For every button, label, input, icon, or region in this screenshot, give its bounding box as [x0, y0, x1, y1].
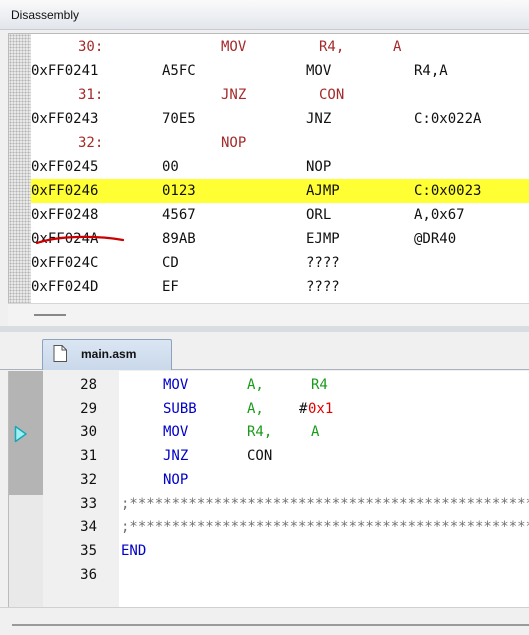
disassembly-source-row[interactable]: 32: NOP — [31, 131, 529, 155]
disassembly-code: A5FC — [162, 63, 196, 79]
disassembly-mnemonic: JNZ — [221, 87, 247, 103]
disassembly-mnemonic: MOV — [221, 39, 247, 55]
disassembly-operand: @DR40 — [414, 231, 457, 247]
editor-tab-strip: main.asm — [0, 332, 529, 370]
disassembly-addr: 0xFF024C — [31, 255, 99, 271]
code-operand: A — [311, 424, 320, 441]
line-number: 36 — [80, 566, 97, 583]
code-line[interactable]: 31 JNZ CON — [43, 445, 529, 469]
disassembly-code: 0123 — [162, 183, 196, 199]
disassembly-op1: R4, — [319, 39, 345, 55]
disassembly-source-row[interactable]: 31: JNZ CON — [31, 83, 529, 107]
code-mnemonic: SUBB — [163, 400, 197, 417]
code-line[interactable]: 34 ;*************************************… — [43, 516, 529, 540]
disassembly-addr: 0xFF0248 — [31, 207, 99, 223]
disassembly-code: 4567 — [162, 207, 196, 223]
code-editor[interactable]: 28 MOV A, R4 29 SUBB A, #0x1 30 MOV R4, A 31 JNZ CON 32… — [8, 371, 529, 607]
line-number: 31 — [80, 448, 97, 465]
disassembly-title-bar: Disassembly — [0, 0, 529, 30]
disassembly-row[interactable]: 0xFF024C CD???? — [31, 251, 529, 275]
code-operand: 0x1 — [308, 400, 334, 417]
disassembly-mnemonic: AJMP — [306, 183, 340, 199]
line-number: 32 — [80, 471, 97, 488]
disassembly-row[interactable]: 0xFF0246 0123 AJMP C:0x0023 — [31, 179, 529, 203]
code-mnemonic: JNZ — [163, 448, 189, 465]
code-operand: A, — [247, 377, 264, 393]
disassembly-row[interactable]: 0xFF0243 70E5 JNZ C:0x022A — [31, 107, 529, 131]
code-line[interactable]: 29 SUBB A, #0x1 — [43, 398, 529, 422]
disassembly-operand: R4,A — [414, 63, 448, 79]
disassembly-addr: 0xFF0241 — [31, 63, 99, 79]
file-icon — [53, 345, 67, 362]
disassembly-title: Disassembly — [11, 8, 80, 22]
line-number: 33 — [80, 495, 97, 512]
disassembly-panel[interactable]: 30: MOV R4, A 0xFF0241 A5FC MOV R4,A 31: JNZ CON 0x… — [8, 33, 529, 304]
disassembly-row[interactable]: 0xFF024D EF???? — [31, 275, 529, 299]
disassembly-mnemonic: ???? — [306, 255, 340, 271]
editor-horizontal-scrollbar[interactable] — [0, 607, 529, 635]
scrollbar-track[interactable] — [12, 624, 529, 626]
code-mnemonic: MOV — [163, 377, 189, 393]
disassembly-line: 31: — [78, 87, 104, 103]
disassembly-mnemonic: NOP — [306, 159, 332, 175]
disassembly-code: EF — [162, 279, 179, 295]
scrollbar-thumb[interactable] — [34, 314, 66, 316]
line-number: 28 — [80, 377, 97, 393]
code-operand: CON — [247, 448, 273, 465]
disassembly-row[interactable]: 0xFF0245 00 NOP — [31, 155, 529, 179]
disassembly-row[interactable]: 0xFF0248 4567 ORL A,0x67 — [31, 203, 529, 227]
disassembly-addr: 0xFF0243 — [31, 111, 99, 127]
code-operand: R4 — [311, 377, 328, 393]
code-operand: A, — [247, 400, 264, 417]
disassembly-addr: 0xFF0245 — [31, 159, 99, 175]
disassembly-code: CD — [162, 255, 179, 271]
code-mnemonic: NOP — [163, 471, 189, 488]
code-operand: R4, — [247, 424, 273, 441]
editor-gutter[interactable] — [9, 495, 43, 607]
code-line[interactable]: 36 — [43, 564, 529, 588]
disassembly-mnemonic: MOV — [306, 63, 332, 79]
disassembly-operand: C:0x022A — [414, 111, 482, 127]
disassembly-op1: CON — [319, 87, 345, 103]
disassembly-mnemonic: EJMP — [306, 231, 340, 247]
disassembly-code: 70E5 — [162, 111, 196, 127]
disassembly-addr: 0xFF024D — [31, 279, 99, 295]
disassembly-code: 89AB — [162, 231, 196, 247]
disassembly-operand: A,0x67 — [414, 207, 465, 223]
code-immediate-prefix: # — [299, 400, 308, 417]
disassembly-addr: 0xFF0246 — [31, 183, 99, 199]
disassembly-row[interactable]: 0xFF0241 A5FC MOV R4,A — [31, 59, 529, 83]
code-comment: ;***************************************… — [121, 495, 529, 512]
disassembly-line: 30: — [78, 39, 104, 55]
line-number: 30 — [80, 424, 97, 441]
disassembly-mnemonic: NOP — [221, 135, 247, 151]
disassembly-mnemonic: ORL — [306, 207, 332, 223]
code-line[interactable]: 35 END — [43, 540, 529, 564]
disassembly-line: 32: — [78, 135, 104, 151]
red-underline-annotation — [35, 235, 125, 245]
disassembly-operand: C:0x0023 — [414, 183, 482, 199]
disassembly-source-row[interactable]: 30: MOV R4, A — [31, 35, 529, 59]
current-line-arrow-icon — [14, 425, 27, 443]
line-number: 29 — [80, 400, 97, 417]
code-directive: END — [121, 542, 147, 559]
code-line[interactable]: 28 MOV A, R4 — [43, 374, 529, 398]
disassembly-code: 00 — [162, 159, 179, 175]
tab-main-asm[interactable]: main.asm — [42, 339, 172, 370]
code-mnemonic: MOV — [163, 424, 189, 441]
disassembly-mnemonic: ???? — [306, 279, 340, 295]
line-number: 35 — [80, 542, 97, 559]
line-number: 34 — [80, 519, 97, 536]
disassembly-gutter[interactable] — [9, 34, 31, 304]
disassembly-mnemonic: JNZ — [306, 111, 332, 127]
code-line[interactable]: 32 NOP — [43, 469, 529, 493]
disassembly-horizontal-scrollbar[interactable] — [8, 303, 529, 326]
tab-label: main.asm — [81, 347, 137, 361]
code-line[interactable]: 30 MOV R4, A — [43, 421, 529, 445]
disassembly-op2: A — [393, 39, 402, 55]
code-comment: ;***************************************… — [121, 519, 529, 536]
code-line[interactable]: 33 ;*************************************… — [43, 493, 529, 517]
